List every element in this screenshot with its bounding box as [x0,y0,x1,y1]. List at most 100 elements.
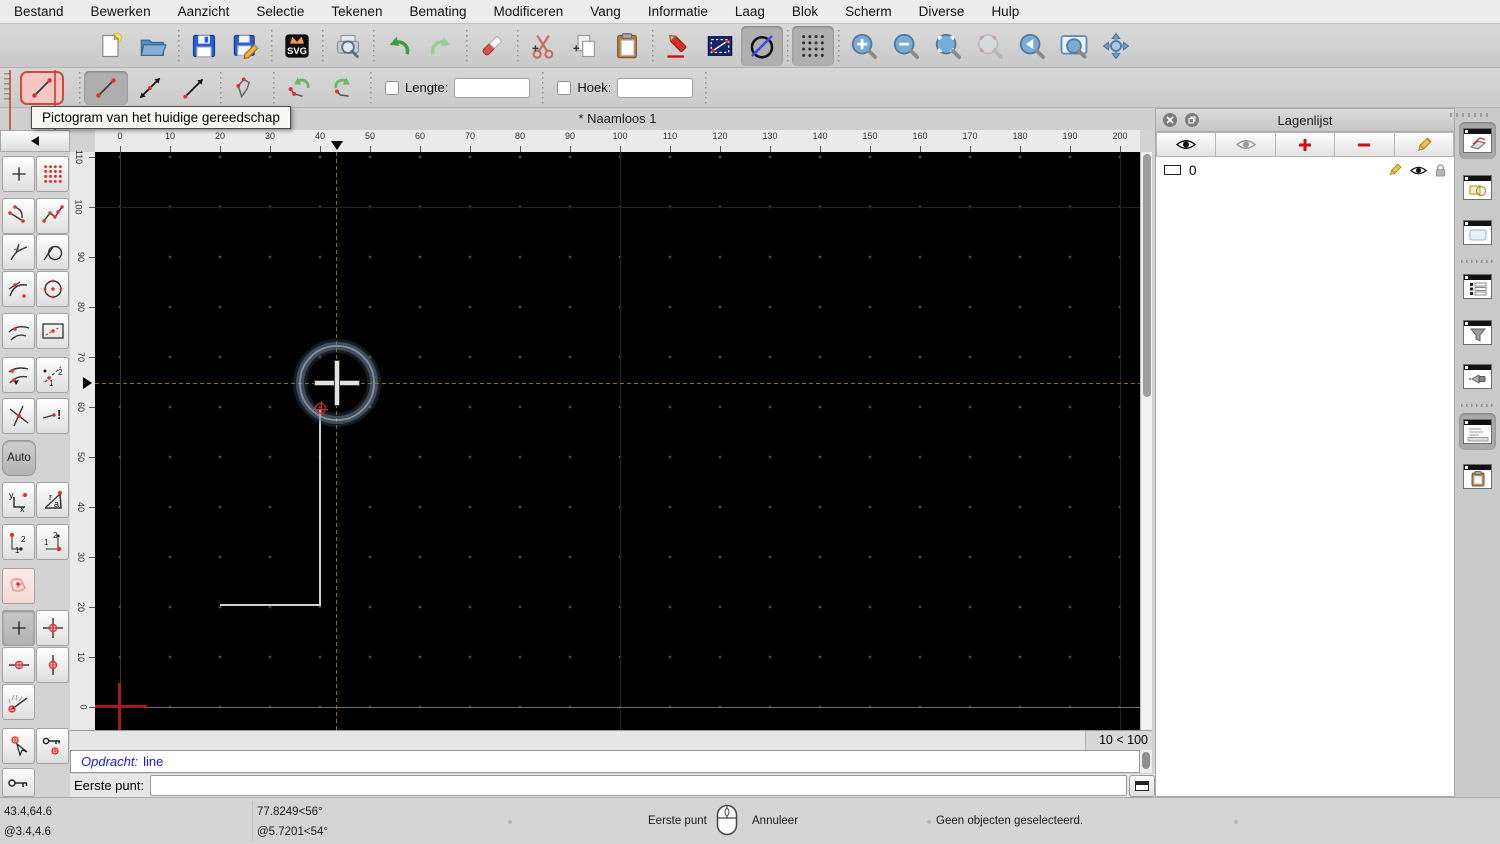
save-button[interactable] [183,26,225,66]
menu-selectie[interactable]: Selectie [256,4,304,19]
length-checkbox[interactable] [385,80,399,95]
redo-button[interactable] [420,26,462,66]
svg-export-button[interactable]: SVG [276,26,318,66]
print-preview-button[interactable] [327,26,369,66]
snap-perpendicular-button[interactable] [2,234,35,270]
snap-intersection-manual-button[interactable]: ! [36,398,69,434]
snap-free-button[interactable] [2,156,35,192]
undo-button[interactable] [378,26,420,66]
red-pencil-button[interactable] [657,26,699,66]
redo-segment-button[interactable] [322,71,366,105]
undo-segment-button[interactable] [278,71,322,105]
zoom-window-button[interactable] [1053,26,1095,66]
snap-grid-button[interactable] [36,156,69,192]
drawing-properties-button[interactable] [699,26,741,66]
restrict-none-button[interactable] [2,610,35,646]
lock-relative-zero-button[interactable] [36,728,69,764]
menu-vang[interactable]: Vang [590,4,621,19]
new-file-button[interactable] [90,26,132,66]
save-as-button[interactable] [225,26,267,66]
zoom-out-button[interactable] [885,26,927,66]
relative-polar-button[interactable]: 1 2 [36,524,69,560]
menu-bewerken[interactable]: Bewerken [91,4,151,19]
command-line-panel-button[interactable] [1459,413,1496,450]
menu-informatie[interactable]: Informatie [648,4,708,19]
polyline-close-button[interactable] [225,71,269,105]
layer-color-swatch[interactable] [1164,165,1181,175]
show-all-layers-button[interactable] [1156,132,1217,157]
lock-icon[interactable] [1435,163,1446,177]
property-editor-panel-button[interactable] [1459,268,1496,305]
snap-middle-button[interactable] [36,313,69,349]
clipboard-panel-button[interactable] [1459,458,1496,495]
erase-button[interactable] [471,26,513,66]
ruler-corner-back-button[interactable] [0,130,70,152]
menu-modificeren[interactable]: Modificeren [494,4,564,19]
line-two-points-button[interactable] [84,70,128,105]
menu-tekenen[interactable]: Tekenen [331,4,382,19]
canvas-horizontal-scrollbar[interactable]: 10 < 100 [70,730,1152,751]
paste-button[interactable] [606,26,648,66]
restrict-vertical-button[interactable] [36,647,69,683]
snap-nodes-button[interactable] [36,198,69,234]
hide-all-layers-button[interactable] [1216,132,1276,157]
pan-button[interactable] [1095,26,1137,66]
block-list-panel-button[interactable] [1459,169,1496,206]
line-ray-button[interactable] [172,71,216,105]
command-history-scrollbar[interactable] [1140,750,1152,773]
copy-button[interactable] [564,26,606,66]
add-layer-button[interactable] [1275,132,1336,157]
angle-checkbox[interactable] [557,80,572,95]
selection-filter-panel-button[interactable] [1459,314,1496,351]
line-double-arrow-button[interactable] [128,71,172,105]
length-input[interactable] [454,77,531,98]
menu-bemating[interactable]: Bemating [409,4,466,19]
cut-button[interactable] [522,26,564,66]
snap-distance-button[interactable]: 1 2 [36,357,69,393]
angle-input[interactable] [617,77,694,98]
lock-zero-button[interactable] [2,768,35,797]
edit-layer-button[interactable] [1394,132,1455,157]
zoom-to-selection-button[interactable] [969,26,1011,66]
snap-intersection-button[interactable] [2,398,35,434]
menu-hulp[interactable]: Hulp [991,4,1019,19]
snap-reference-button[interactable] [2,313,35,349]
layer-visibility-icon[interactable] [1410,165,1427,176]
remove-layer-button[interactable] [1335,132,1395,157]
menu-aanzicht[interactable]: Aanzicht [178,4,230,19]
menu-diverse[interactable]: Diverse [919,4,965,19]
library-browser-panel-button[interactable] [1459,214,1496,251]
layer-list-panel-button[interactable] [1459,122,1496,159]
menu-scherm[interactable]: Scherm [845,4,892,19]
scrollbar-thumb[interactable] [1142,752,1150,769]
relative-cartesian-button[interactable]: 1 2 [2,524,35,560]
auto-zoom-button[interactable] [927,26,969,66]
command-options-button[interactable] [1129,774,1155,797]
menu-bestand[interactable]: Bestand [14,4,64,19]
menu-laag[interactable]: Laag [735,4,765,19]
drawing-canvas[interactable] [95,152,1140,730]
set-relative-zero-button[interactable] [2,728,35,764]
open-file-button[interactable] [132,26,174,66]
coordinate-polar-button[interactable]: r a [36,482,69,518]
restrict-horizontal-button[interactable] [2,647,35,683]
canvas-vertical-scrollbar[interactable] [1140,152,1152,730]
command-history[interactable]: Opdracht: line [70,750,1140,773]
snap-tangent-button[interactable] [36,234,69,270]
restrict-angle-button[interactable] [2,684,35,720]
snap-auto-button[interactable]: Auto [2,440,36,476]
coordinate-cartesian-button[interactable]: y x [2,482,35,518]
restrict-orthogonal-button[interactable] [36,610,69,646]
edit-layer-icon[interactable] [1388,163,1402,177]
menu-blok[interactable]: Blok [792,4,818,19]
snap-on-entity-button[interactable] [2,271,35,307]
previous-view-button[interactable] [1011,26,1053,66]
current-tool-button[interactable] [20,70,64,105]
construction-circle-button[interactable] [741,25,783,66]
command-input[interactable] [150,775,1127,796]
scrollbar-thumb[interactable] [1142,154,1151,397]
zoom-in-button[interactable] [843,26,885,66]
snap-intersection-auto-button[interactable] [2,357,35,393]
view-tool-panel-button[interactable] [1459,358,1496,395]
snap-center-button[interactable] [36,271,69,307]
